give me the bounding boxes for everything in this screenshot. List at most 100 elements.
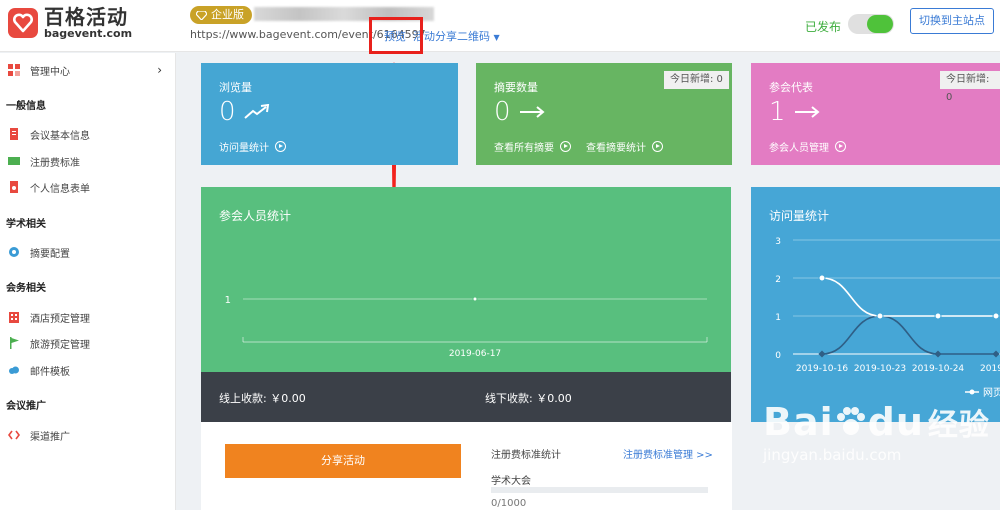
sidebar-item-label: 渠道推广 [30, 431, 70, 443]
logo-domain: bagevent.com [44, 27, 133, 40]
legend-label: 网页 [983, 387, 1000, 399]
logo[interactable]: 百格活动 bagevent.com [8, 6, 132, 40]
sidebar-item-hotel[interactable]: 酒店预定管理 [0, 304, 176, 330]
views-card: 浏览量 0 访问量统计 [201, 63, 458, 165]
sidebar-item-basic-info[interactable]: 会议基本信息 [0, 121, 176, 147]
sidebar-item-label: 注册费标准 [30, 157, 80, 169]
code-icon [8, 430, 20, 440]
watermark-url: jingyan.baidu.com [763, 446, 902, 464]
edition-badge: 企业版 [190, 6, 252, 24]
share-event-button[interactable]: 分享活动 [225, 444, 461, 478]
flag-icon [10, 337, 19, 349]
today-badge: 今日新增: 0 [940, 71, 1000, 103]
highlight-box [369, 17, 423, 54]
offline-income: 线下收款: ￥0.00 [485, 392, 572, 405]
abstracts-card: 摘要数量 今日新增: 0 0 查看所有摘要 查看摘要统计 [476, 63, 732, 165]
watermark-brand: Bai [763, 400, 834, 444]
card-link-label: 查看所有摘要 [494, 143, 554, 154]
card-icon [8, 157, 20, 165]
building-icon [9, 312, 19, 323]
data-point [992, 312, 1000, 320]
switch-site-button[interactable]: 切换到主站点 [910, 8, 994, 34]
delegates-card: 参会代表 今日新增: 0 1 参会人员管理 [751, 63, 1000, 165]
delegates-manage-link[interactable]: 参会人员管理 [769, 139, 846, 154]
share-qr-label: 活动分享二维码 [413, 30, 490, 43]
sidebar-item-travel[interactable]: 旅游预定管理 [0, 330, 176, 356]
baidu-watermark: Bai du 经验 jingyan.baidu.com [763, 400, 990, 464]
sidebar-item-label: 邮件模板 [30, 366, 70, 378]
y-tick-label: 3 [775, 237, 781, 247]
form-icon [10, 181, 18, 193]
sidebar-item-fee-standard[interactable]: 注册费标准 [0, 148, 176, 174]
arrow-right-icon [794, 106, 820, 118]
paw-icon [836, 407, 865, 435]
section-academic: 学术相关 [6, 219, 46, 230]
reg-stats-title: 注册费标准统计 [491, 450, 561, 461]
section-promotion: 会议推广 [6, 401, 46, 412]
chevron-right-icon: › [157, 63, 162, 77]
section-general: 一般信息 [6, 101, 46, 112]
logo-title: 百格活动 [44, 5, 128, 29]
trend-up-icon [243, 104, 269, 119]
series-line [821, 315, 996, 355]
abstract-stats-link[interactable]: 查看摘要统计 [586, 139, 663, 154]
reg-progress-bar [491, 487, 708, 493]
play-icon [275, 141, 286, 152]
sidebar-item-admin-center[interactable]: 管理中心 › [0, 57, 176, 83]
play-icon [652, 141, 663, 152]
sidebar-item-label: 管理中心 [30, 66, 70, 78]
document-icon [10, 128, 18, 140]
data-point [876, 312, 884, 320]
card-value: 1 [769, 97, 786, 127]
card-link-label: 访问量统计 [219, 143, 269, 154]
views-stats-link[interactable]: 访问量统计 [219, 139, 286, 154]
panel-title: 访问量统计 [769, 209, 830, 223]
share-qr-link[interactable]: 活动分享二维码 ▼ [413, 28, 500, 44]
card-title: 浏览量 [219, 81, 252, 94]
y-tick-label: 2 [775, 275, 781, 285]
card-value-wrap: 1 [769, 97, 820, 127]
edition-label: 企业版 [211, 8, 244, 21]
data-point [992, 350, 1000, 358]
data-point [934, 312, 942, 320]
sidebar-item-personal-form[interactable]: 个人信息表单 [0, 174, 176, 200]
data-point [934, 350, 942, 358]
watermark-brand-2: du [867, 400, 924, 444]
panel-title: 参会人员统计 [219, 209, 292, 223]
arrow-right-icon [519, 106, 545, 118]
sidebar-item-mail-template[interactable]: 邮件模板 [0, 357, 176, 383]
top-header: 百格活动 bagevent.com 企业版 https://www.bageve… [0, 0, 1000, 54]
publish-toggle[interactable] [848, 14, 894, 34]
sidebar: 管理中心 › 一般信息 会议基本信息 注册费标准 个人信息表单 学术相关 摘要配… [0, 53, 176, 510]
sidebar-item-abstract-config[interactable]: 摘要配置 [0, 239, 176, 265]
section-affairs: 会务相关 [6, 283, 46, 294]
all-abstracts-link[interactable]: 查看所有摘要 [494, 139, 571, 154]
sidebar-item-label: 旅游预定管理 [30, 339, 90, 351]
today-badge: 今日新增: 0 [664, 71, 729, 89]
reg-item-label: 学术大会 [491, 476, 531, 487]
reg-count: 0/1000 [491, 498, 527, 509]
play-icon [560, 141, 571, 152]
cloud-icon [9, 366, 19, 374]
online-income: 线上收款: ￥0.00 [219, 392, 306, 405]
gear-icon [9, 247, 19, 257]
x-tick-label: 2019-10-16 [796, 364, 849, 374]
reg-manage-link[interactable]: 注册费标准管理 >> [623, 446, 713, 461]
card-title: 参会代表 [769, 81, 813, 94]
card-value: 0 [219, 97, 236, 127]
x-tick-label: 2019-06-17 [449, 349, 501, 359]
series-line [821, 277, 996, 317]
attendee-chart: 1 2019-06-17 [225, 295, 708, 359]
diamond-icon [196, 10, 207, 20]
attendee-stats-panel: 参会人员统计 1 2019-06-17 线上收款: ￥0.00 线下收款: ￥0.… [201, 187, 731, 422]
sidebar-item-channel[interactable]: 渠道推广 [0, 422, 176, 448]
data-point [818, 350, 826, 358]
x-tick-label: 2019-1 [980, 364, 1000, 374]
data-point [818, 274, 826, 282]
toggle-knob [867, 15, 893, 33]
card-link-label: 参会人员管理 [769, 143, 829, 154]
grid-icon [8, 64, 20, 76]
visits-stats-panel: 访问量统计 0 1 2 3 2019-10-16 2019-10-23 2019-10-24… [751, 187, 1000, 422]
sidebar-item-label: 摘要配置 [30, 248, 70, 260]
card-title: 摘要数量 [494, 81, 538, 94]
